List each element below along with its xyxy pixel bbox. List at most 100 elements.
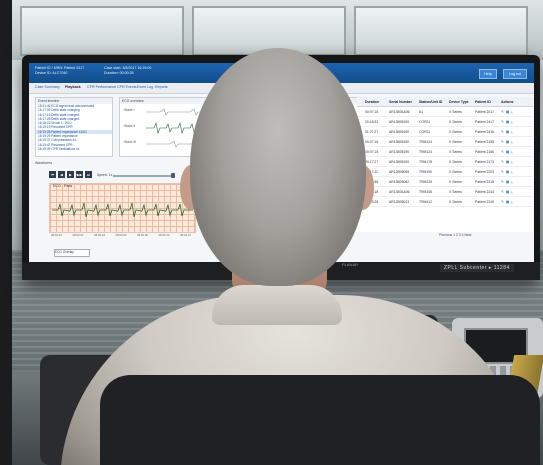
table-cell: X Series [449, 169, 462, 174]
table-row[interactable]: 00:07:16 AR13B04A06 A1 X Series Patient 2017… [357, 107, 533, 117]
table-cell: X Series [449, 179, 462, 184]
time-tick: 08:02:02 [72, 233, 84, 237]
table-cell: Patient 2416 [475, 129, 495, 134]
tab-cpr-events[interactable]: CPR Events [117, 85, 137, 89]
edit-icon[interactable]: ✎ [501, 190, 504, 194]
timeline-slider-track[interactable] [113, 175, 173, 177]
view-icon[interactable]: ▦ [506, 160, 509, 164]
timeline-slider-handle[interactable] [171, 173, 175, 178]
view-icon[interactable]: ▦ [506, 140, 509, 144]
ecg-strip-time-axis: 08:02:00 08:02:02 08:02:04 08:02:06 08:0… [51, 233, 191, 237]
table-cell: AR13B05190 [389, 149, 410, 154]
table-cell: AR13B05082 [389, 179, 410, 184]
edit-icon[interactable]: ✎ [501, 200, 504, 204]
play-button[interactable]: ▶ [67, 171, 74, 178]
skip-forward-button[interactable]: ⏭ [85, 171, 92, 178]
monitor-brand: PLANAR [342, 262, 359, 267]
edit-icon[interactable]: ✎ [501, 180, 504, 184]
col-serial[interactable]: Serial Number [389, 100, 419, 104]
table-cell: 00:18:33 [365, 119, 379, 124]
edit-icon[interactable]: ✎ [501, 160, 504, 164]
col-duration[interactable]: Duration [357, 100, 389, 104]
time-tick: 08:02:00 [51, 233, 62, 237]
download-icon[interactable]: ⤓ [511, 160, 513, 164]
table-row[interactable]: 00:17:11 AR12B05095 TRM190 X Series Patient … [357, 167, 533, 177]
tab-reports[interactable]: Reports [155, 85, 168, 89]
table-row[interactable]: 00:25:55AR13B05082TRM225X SeriesPatient … [357, 177, 533, 187]
view-icon[interactable]: ▦ [506, 130, 509, 134]
logout-button[interactable]: Log out [503, 69, 527, 79]
view-icon[interactable]: ▦ [506, 120, 509, 124]
table-cell: X Series [449, 189, 462, 194]
table-cell: Patient 2155 [475, 139, 495, 144]
col-station[interactable]: Station/Unit ID [419, 100, 449, 104]
download-icon[interactable]: ⤓ [511, 130, 513, 134]
download-icon[interactable]: ⤓ [511, 190, 513, 194]
table-cell: AR13B05190 [389, 129, 410, 134]
download-icon[interactable]: ⤓ [511, 110, 513, 114]
event-list-item[interactable]: 16:19:49 CPR Ventilations 4x [36, 147, 112, 151]
edit-icon[interactable]: ✎ [501, 110, 504, 114]
table-row[interactable]: 00:07:15 AR13B05190 TRM124 X Series Patient … [357, 137, 533, 147]
table-row[interactable]: 00:27:18AR13B04A06TRM108X SeriesPatient … [357, 187, 533, 197]
table-row[interactable]: 00:18:33 AR13B05190 COR21 X Series Patient 2… [357, 117, 533, 127]
table-cell: Patient 2173 [475, 159, 495, 164]
row-actions: ✎ ▦ ⤓ [501, 190, 529, 194]
edit-icon[interactable]: ✎ [501, 120, 504, 124]
table-cell: Patient 2245 [475, 199, 495, 204]
view-icon[interactable]: ▦ [506, 150, 509, 154]
table-cell: Patient 2203 [475, 169, 495, 174]
table-cell: 00:07:16 [365, 109, 379, 114]
view-icon[interactable]: ▦ [506, 200, 509, 204]
edit-icon[interactable]: ✎ [501, 170, 504, 174]
view-icon[interactable]: ▦ [506, 190, 509, 194]
table-row[interactable]: 00:07:15 AR13B05190 TRM124 X Series Patient … [357, 147, 533, 157]
table-row[interactable]: 01:27:27 AR13B05190 COR21 X Series Patient 2… [357, 127, 533, 137]
table-cell: TRM412 [419, 199, 433, 204]
overlay-select[interactable]: ECG Overlay [54, 249, 90, 257]
download-icon[interactable]: ⤓ [511, 120, 513, 124]
playback-controls: ⏮ ◀ ▶ ▶▶ ⏭ [49, 171, 92, 179]
tab-case-summary[interactable]: Case Summary [35, 85, 60, 89]
edit-icon[interactable]: ✎ [501, 150, 504, 154]
rewind-button[interactable]: ◀ [58, 171, 65, 178]
download-icon[interactable]: ⤓ [511, 200, 513, 204]
edit-icon[interactable]: ✎ [501, 140, 504, 144]
download-icon[interactable]: ⤓ [511, 140, 513, 144]
table-cell: A1 [419, 109, 424, 114]
time-tick: 08:02:04 [94, 233, 105, 237]
skip-back-button[interactable]: ⏮ [49, 171, 56, 178]
duration-label: Duration: 00:00:28 [104, 71, 134, 75]
tab-event-log[interactable]: Event Log [137, 85, 153, 89]
download-icon[interactable]: ⤓ [511, 180, 513, 184]
event-timeline-panel: Event timeline 15:31:46 ECG signal lead … [35, 97, 113, 157]
tab-cpr-performance[interactable]: CPR Performance [87, 85, 116, 89]
table-row[interactable]: 00:17:27 AR13B05190 TRM178 X Series Patient … [357, 157, 533, 167]
help-button[interactable]: Help [479, 69, 497, 79]
table-pager[interactable]: Previous 1 2 3 4 Next [439, 233, 471, 237]
table-cell: AR13B05190 [389, 139, 410, 144]
download-icon[interactable]: ⤓ [511, 170, 513, 174]
view-icon[interactable]: ▦ [506, 170, 509, 174]
ecg-strip-trace [52, 202, 193, 218]
row-actions: ✎ ▦ ⤓ [501, 170, 529, 174]
download-icon[interactable]: ⤓ [511, 150, 513, 154]
fast-forward-button[interactable]: ▶▶ [76, 171, 83, 178]
ecg-pads-trace [52, 202, 193, 218]
table-row[interactable]: 00:05:28AR12B05013TRM412X SeriesPatient … [357, 197, 533, 207]
person-head [190, 48, 366, 286]
time-tick: 08:02:06 [115, 233, 127, 237]
table-cell: Patient 2017 [475, 109, 495, 114]
edit-icon[interactable]: ✎ [501, 130, 504, 134]
table-cell: Patient 2166 [475, 149, 495, 154]
time-tick: 08:02:10 [158, 233, 170, 237]
col-device-type[interactable]: Device Type [449, 100, 475, 104]
table-cell: COR21 [419, 119, 431, 124]
tab-playback[interactable]: Playback [65, 85, 81, 89]
table-cell: X Series [449, 109, 462, 114]
view-icon[interactable]: ▦ [506, 180, 509, 184]
table-cell: AR13B04A06 [389, 109, 410, 114]
event-list: 15:31:46 ECG signal lead disconnected 16:… [36, 104, 112, 151]
view-icon[interactable]: ▦ [506, 110, 509, 114]
col-patient-id[interactable]: Patient ID [475, 100, 501, 104]
